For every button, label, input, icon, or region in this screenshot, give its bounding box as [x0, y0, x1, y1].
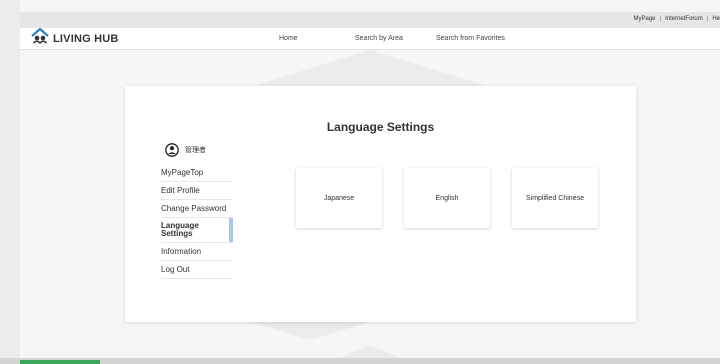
logo[interactable]: LIVING HUB — [30, 27, 119, 49]
topbar-link-mypage[interactable]: MyPage — [634, 16, 656, 22]
topbar-link-internetforum[interactable]: InternetForum — [665, 16, 703, 22]
sidebar-item-log-out[interactable]: Log Out — [161, 261, 233, 279]
sidebar-menu: MyPageTop Edit Profile Change Password L… — [161, 164, 233, 279]
nav-search-by-area[interactable]: Search by Area — [355, 28, 403, 49]
sidebar-item-information[interactable]: Information — [161, 243, 233, 261]
logo-icon — [30, 27, 50, 49]
nav-search-from-favorites[interactable]: Search from Favorites — [436, 28, 505, 49]
top-utility-bar: MyPage | InternetForum | He — [20, 12, 720, 28]
topbar-separator: | — [706, 16, 709, 22]
user-avatar-icon — [165, 143, 179, 157]
sidebar-item-language-settings[interactable]: Language Settings — [161, 218, 233, 243]
bottom-accent-bar — [20, 360, 100, 364]
page-title: Language Settings — [326, 120, 435, 134]
sidebar-item-label: Change Password — [161, 204, 227, 213]
topbar-separator: | — [659, 16, 662, 22]
sidebar-item-label: Information — [161, 247, 202, 256]
settings-card: Language Settings 管理者 MyPageTop Edit Pro… — [125, 86, 636, 322]
bottom-bar — [0, 358, 720, 364]
user-name: 管理者 — [185, 147, 206, 154]
language-button-simplified-chinese[interactable]: Simplified Chinese — [512, 168, 598, 228]
main-header: LIVING HUB Home Search by Area Search fr… — [20, 27, 720, 50]
left-margin — [0, 0, 20, 364]
sidebar-item-label: Language Settings — [161, 221, 199, 238]
page: MyPage | InternetForum | He LIVING HUB Home … — [20, 0, 720, 364]
topbar-link-help[interactable]: He — [712, 16, 720, 22]
sidebar-item-mypagetop[interactable]: MyPageTop — [161, 164, 233, 182]
sidebar-item-label: Log Out — [161, 265, 190, 274]
sidebar-item-change-password[interactable]: Change Password — [161, 200, 233, 218]
language-button-japanese[interactable]: Japanese — [296, 168, 382, 228]
logo-text: LIVING HUB — [53, 32, 119, 45]
language-button-english[interactable]: English — [404, 168, 490, 228]
sidebar-item-edit-profile[interactable]: Edit Profile — [161, 182, 233, 200]
nav-home[interactable]: Home — [279, 28, 298, 49]
sidebar-item-label: MyPageTop — [161, 168, 204, 177]
user-info: 管理者 — [165, 143, 206, 157]
sidebar-item-label: Edit Profile — [161, 186, 200, 195]
